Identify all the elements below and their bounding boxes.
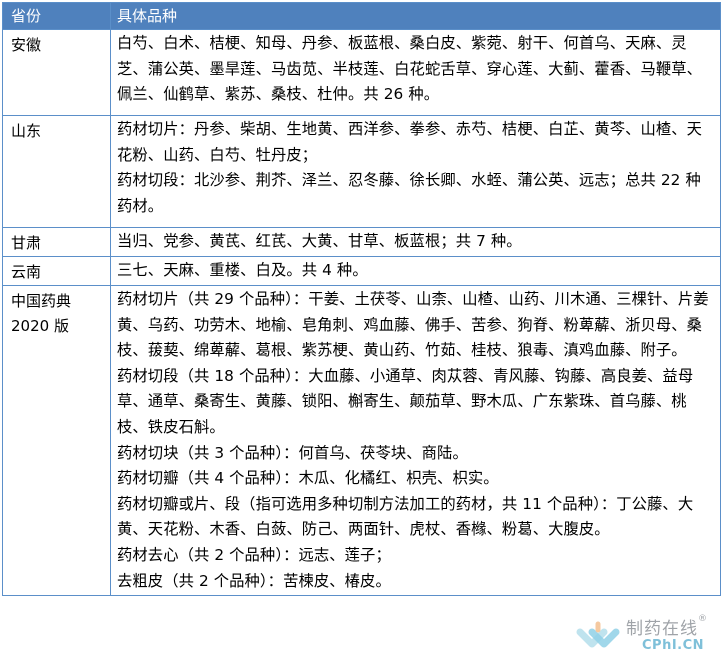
watermark: 制药在线® CPhI.CN — [576, 612, 726, 662]
varieties-cell: 药材切片（共 29 个品种）：干姜、土茯苓、山柰、山楂、山药、川木通、三棵针、片… — [110, 284, 721, 597]
cphi-logo-icon — [576, 621, 620, 648]
varieties-cell: 当归、党参、黄芪、红芪、大黄、甘草、板蓝根；共 7 种。 — [110, 227, 721, 257]
variety-text: 白芍、白术、桔梗、知母、丹参、板蓝根、桑白皮、紫菀、射干、何首乌、天麻、灵芝、蒲… — [117, 34, 703, 104]
variety-text: 当归、党参、黄芪、红芪、大黄、甘草、板蓝根；共 7 种。 — [117, 232, 522, 250]
variety-text: 药材切瓣或片、段（指可选用多种切制方法加工的药材，共 11 个品种）：丁公藤、大… — [117, 494, 694, 539]
province-cell: 山东 — [2, 115, 111, 228]
watermark-domain: CPhI.CN — [642, 638, 705, 653]
table-row: 甘肃 当归、党参、黄芪、红芪、大黄、甘草、板蓝根；共 7 种。 — [2, 227, 721, 257]
variety-text: 药材切块（共 3 个品种）：何首乌、茯苓块、商陆。 — [117, 443, 468, 462]
variety-text: 药材切瓣（共 4 个品种）：木瓜、化橘红、枳壳、枳实。 — [117, 469, 499, 488]
table-header-row: 省份 具体品种 — [2, 2, 721, 30]
province-cell: 云南 — [2, 256, 111, 286]
variety-text: 三七、天麻、重楼、白及。共 4 种。 — [117, 261, 368, 279]
variety-text: 药材切片：丹参、柴胡、生地黄、西洋参、拳参、赤芍、桔梗、白芷、黄芩、山楂、天花粉… — [117, 120, 703, 164]
variety-text: 药材切段（共 18 个品种）：大血藤、小通草、肉苁蓉、青风藤、钩藤、高良姜、益母… — [117, 366, 694, 436]
province-cell: 中国药典 2020 版 — [2, 284, 111, 597]
table-row: 安徽 白芍、白术、桔梗、知母、丹参、板蓝根、桑白皮、紫菀、射干、何首乌、天麻、灵… — [2, 29, 721, 116]
herb-variety-table: 省份 具体品种 安徽 白芍、白术、桔梗、知母、丹参、板蓝根、桑白皮、紫菀、射干、… — [2, 2, 721, 597]
variety-text: 去粗皮（共 2 个品种）：苦楝皮、椿皮。 — [117, 571, 391, 590]
province-cell: 安徽 — [2, 29, 111, 116]
varieties-cell: 白芍、白术、桔梗、知母、丹参、板蓝根、桑白皮、紫菀、射干、何首乌、天麻、灵芝、蒲… — [110, 29, 721, 116]
watermark-name: 制药在线® — [626, 614, 708, 639]
varieties-cell: 三七、天麻、重楼、白及。共 4 种。 — [110, 256, 721, 286]
province-cell: 甘肃 — [2, 227, 111, 257]
header-province: 省份 — [2, 2, 111, 30]
variety-text: 药材切段：北沙参、荆芥、泽兰、忍冬藤、徐长卿、水蛭、蒲公英、远志；总共 22 种… — [117, 171, 701, 215]
header-varieties: 具体品种 — [110, 2, 721, 30]
table-row: 云南 三七、天麻、重楼、白及。共 4 种。 — [2, 256, 721, 286]
variety-text: 药材去心（共 2 个品种）：远志、莲子； — [117, 545, 391, 564]
variety-text: 药材切片（共 29 个品种）：干姜、土茯苓、山柰、山楂、山药、川木通、三棵针、片… — [117, 290, 709, 360]
varieties-cell: 药材切片：丹参、柴胡、生地黄、西洋参、拳参、赤芍、桔梗、白芷、黄芩、山楂、天花粉… — [110, 115, 721, 228]
table-row: 中国药典 2020 版 药材切片（共 29 个品种）：干姜、土茯苓、山柰、山楂、… — [2, 284, 721, 597]
table-row: 山东 药材切片：丹参、柴胡、生地黄、西洋参、拳参、赤芍、桔梗、白芷、黄芩、山楂、… — [2, 115, 721, 228]
